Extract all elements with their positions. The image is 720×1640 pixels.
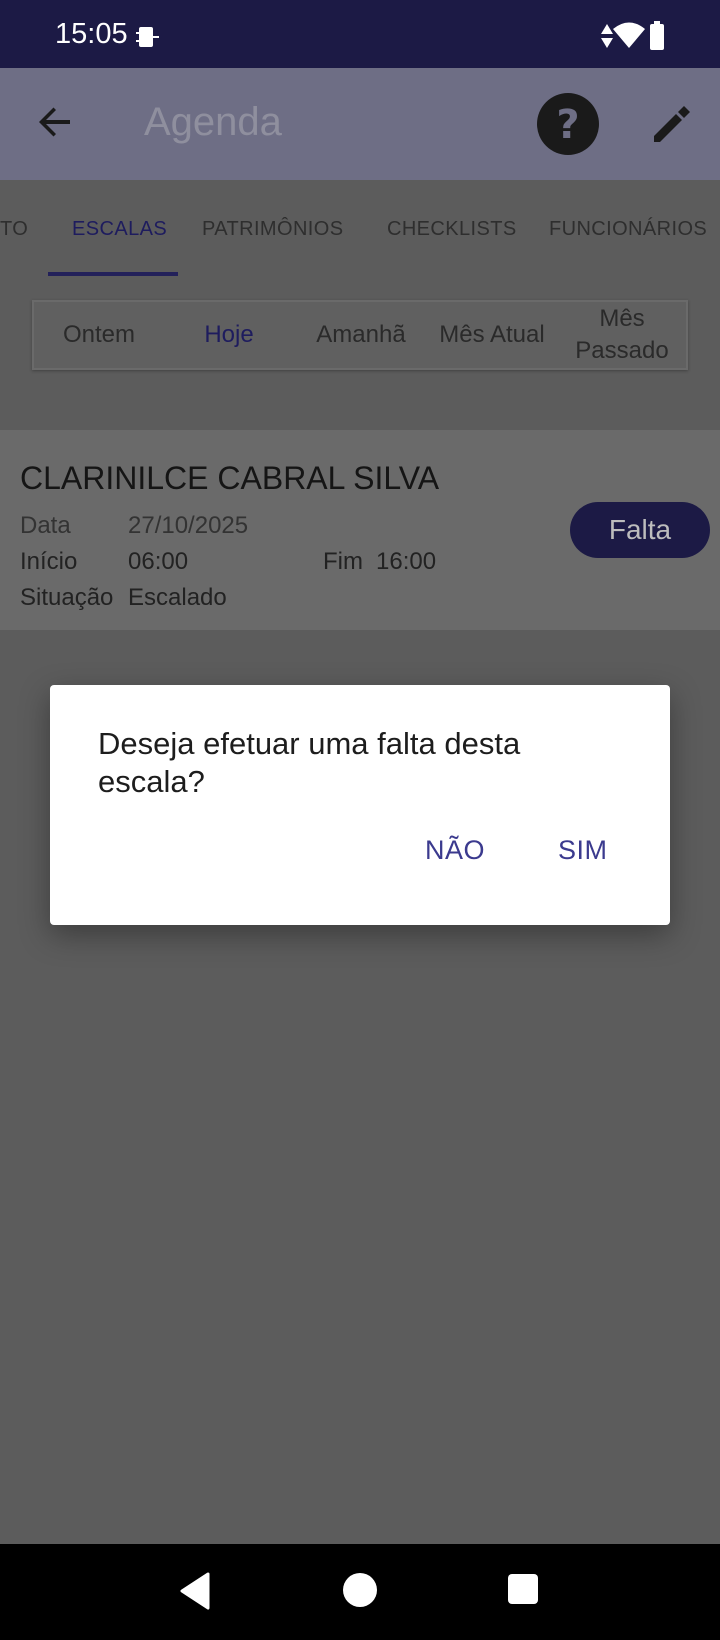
tab-bar: TO ESCALAS PATRIMÔNIOS CHECKLISTS FUNCIO…: [0, 180, 720, 276]
date-filter: Ontem Hoje Amanhã Mês Atual Mês Passado: [32, 300, 688, 370]
tab-indicator: [48, 272, 178, 276]
app-bar: Agenda ?: [0, 68, 720, 180]
wifi-icon: [612, 20, 646, 55]
pencil-icon[interactable]: [650, 102, 694, 151]
situacao-value: Escalado: [128, 584, 227, 611]
fim-label: Fim: [323, 548, 363, 575]
schedule-card[interactable]: CLARINILCE CABRAL SILVA Data 27/10/2025 …: [0, 430, 720, 630]
page-title: Agenda: [144, 100, 282, 144]
data-value: 27/10/2025: [128, 512, 249, 539]
filter-mes-passado[interactable]: Mês Passado: [558, 302, 686, 368]
tab-patrimonios[interactable]: PATRIMÔNIOS: [202, 218, 343, 241]
device-icon: [133, 22, 163, 57]
filter-ontem[interactable]: Ontem: [34, 302, 164, 368]
tab-to[interactable]: TO: [0, 218, 28, 241]
situacao-label: Situação: [20, 584, 114, 611]
fim-value: 16:00: [376, 548, 437, 575]
recents-square-icon[interactable]: [507, 1573, 539, 1610]
data-label: Data: [20, 512, 71, 539]
tab-checklists[interactable]: CHECKLISTS: [387, 218, 517, 241]
falta-button[interactable]: Falta: [570, 502, 710, 558]
home-circle-icon[interactable]: [342, 1572, 378, 1613]
back-triangle-icon[interactable]: [178, 1572, 212, 1615]
dialog-message: Deseja efetuar uma falta desta escala?: [98, 726, 521, 799]
help-circle-icon[interactable]: ?: [536, 92, 600, 161]
filter-mes-atual[interactable]: Mês Atual: [426, 302, 558, 368]
battery-icon: [648, 20, 666, 57]
arrow-left-icon[interactable]: [34, 100, 78, 149]
employee-name: CLARINILCE CABRAL SILVA: [20, 460, 440, 496]
yes-button[interactable]: SIM: [558, 835, 608, 866]
tab-escalas[interactable]: ESCALAS: [72, 218, 167, 241]
filter-hoje[interactable]: Hoje: [164, 302, 294, 368]
status-time: 15:05: [55, 18, 128, 50]
inicio-value: 06:00: [128, 548, 189, 575]
confirm-dialog: Deseja efetuar uma falta desta escala? N…: [50, 685, 670, 925]
status-bar: 15:05: [0, 0, 720, 68]
inicio-label: Início: [20, 548, 78, 575]
no-button[interactable]: NÃO: [425, 835, 485, 866]
system-nav-bar: [0, 1544, 720, 1640]
svg-text:?: ?: [556, 102, 579, 148]
tab-funcionarios[interactable]: FUNCIONÁRIOS: [549, 218, 707, 241]
filter-amanha[interactable]: Amanhã: [296, 302, 426, 368]
